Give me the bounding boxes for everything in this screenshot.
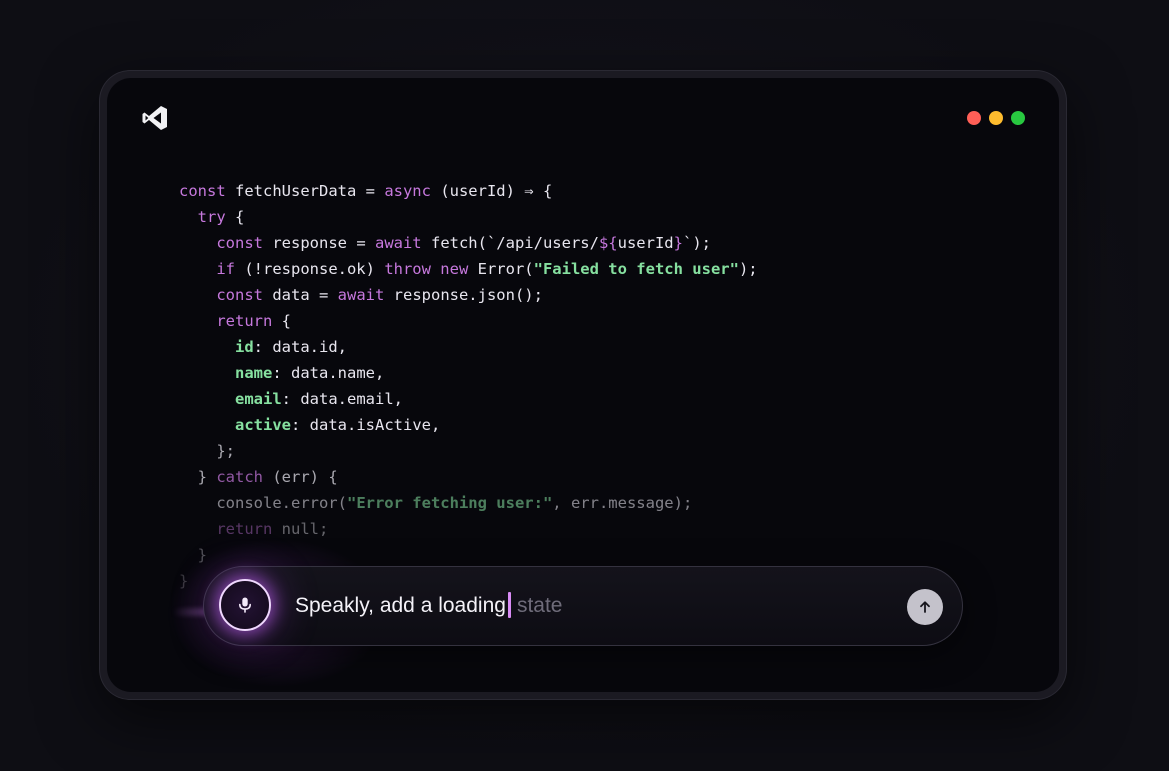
vscode-logo-icon: [142, 106, 167, 130]
code-line: }: [179, 546, 207, 564]
code-line: id: data.id,: [235, 338, 347, 356]
minimize-dot[interactable]: [989, 111, 1003, 125]
microphone-icon: [239, 597, 251, 613]
prompt-typed-text: Speakly, add a loading: [295, 594, 506, 617]
code-line: return {: [216, 312, 291, 330]
code-line: const response = await fetch(`/api/users…: [216, 234, 711, 252]
code-line: active: data.isActive,: [235, 416, 441, 434]
mic-button[interactable]: [219, 579, 271, 631]
stage: const fetchUserData = async (userId) ⇒ {…: [0, 0, 1169, 771]
code-line: };: [179, 442, 235, 460]
send-button[interactable]: [907, 589, 943, 625]
arrow-up-icon: [920, 601, 930, 613]
code-line: } catch (err) {: [179, 468, 338, 486]
maximize-dot[interactable]: [1011, 111, 1025, 125]
code-line: const fetchUserData = async (userId) ⇒ {: [179, 182, 553, 200]
prompt-suggestion-text: state: [516, 594, 563, 617]
text-caret: [507, 592, 511, 618]
code-line: const data = await response.json();: [216, 286, 543, 304]
editor-window: const fetchUserData = async (userId) ⇒ {…: [100, 71, 1066, 699]
close-dot[interactable]: [967, 111, 981, 125]
code-line: name: data.name,: [235, 364, 385, 382]
code-line: console.error("Error fetching user:", er…: [179, 494, 693, 512]
voice-prompt-bar[interactable]: Speakly, add a loading state: [203, 566, 963, 646]
code-line: email: data.email,: [235, 390, 403, 408]
editor-panel: const fetchUserData = async (userId) ⇒ {…: [107, 78, 1059, 692]
code-block: const fetchUserData = async (userId) ⇒ {…: [179, 178, 758, 594]
prompt-input[interactable]: Speakly, add a loading state: [295, 592, 562, 620]
window-controls: [967, 111, 1025, 125]
code-line: return null;: [216, 520, 329, 538]
code-line: if (!response.ok) throw new Error("Faile…: [216, 260, 758, 278]
code-line: try {: [197, 208, 245, 226]
